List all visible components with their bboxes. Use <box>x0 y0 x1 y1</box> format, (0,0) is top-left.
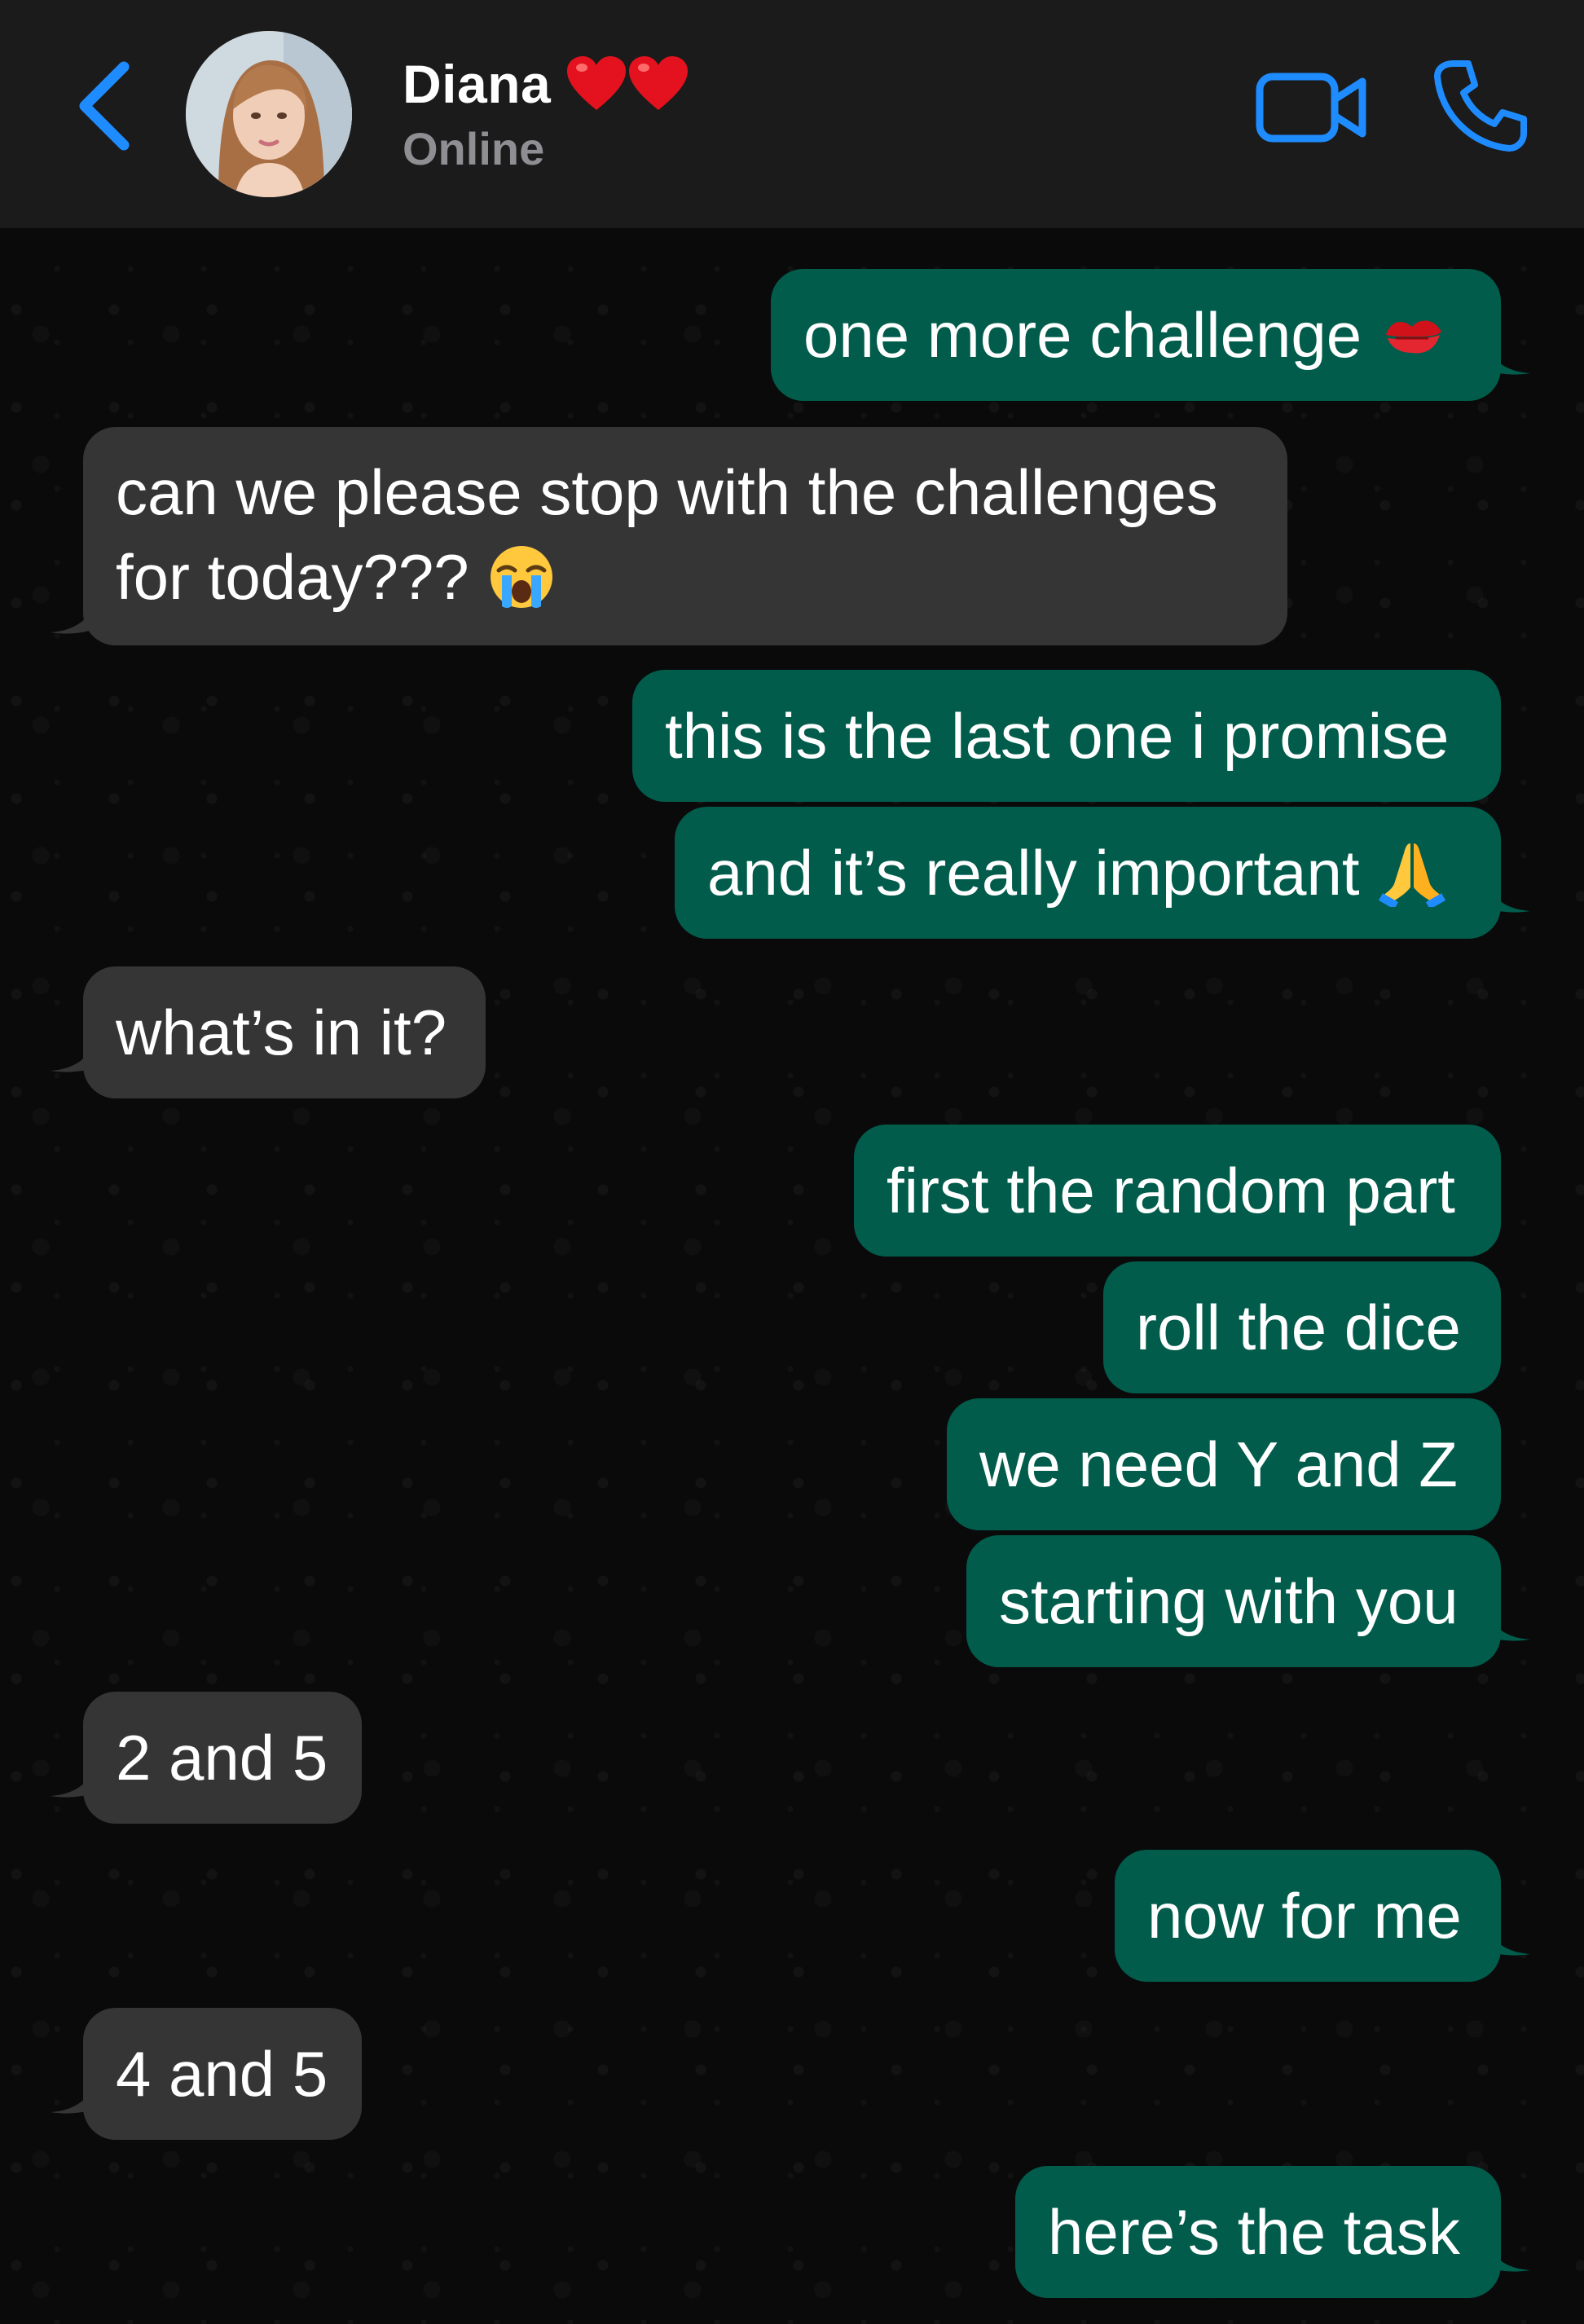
outgoing-message[interactable]: and it’s really important <box>675 807 1501 939</box>
bubble-tail <box>1481 336 1530 375</box>
contact-name: Diana <box>403 54 552 114</box>
bubble-tail <box>51 595 99 634</box>
message-text: starting with you <box>999 1565 1459 1637</box>
bubble-tail <box>51 1033 99 1072</box>
outgoing-message[interactable]: this is the last one i promise <box>632 670 1501 802</box>
outgoing-message[interactable]: one more challenge <box>771 269 1501 401</box>
message-text: 4 and 5 <box>116 2038 328 2110</box>
chat-header: Diana Online <box>0 0 1584 228</box>
chat-screen: Diana Online one more challenge can we p… <box>0 0 1584 2324</box>
message-text: this is the last one i promise <box>665 700 1450 772</box>
contact-name-row[interactable]: Diana <box>403 47 691 121</box>
message-text: roll the dice <box>1136 1292 1461 1363</box>
message-text-line-2: for today??? <box>116 541 469 613</box>
chevron-left-icon[interactable] <box>73 57 139 155</box>
video-camera-icon[interactable] <box>1255 64 1369 152</box>
bubble-tail <box>51 1758 99 1798</box>
kiss-mark-emoji <box>1386 320 1442 354</box>
incoming-message[interactable]: what’s in it? <box>83 966 486 1098</box>
message-text: 2 and 5 <box>116 1722 328 1794</box>
contact-status: Online <box>403 123 545 174</box>
outgoing-message[interactable]: now for me <box>1115 1850 1501 1982</box>
outgoing-message[interactable]: roll the dice <box>1103 1261 1501 1393</box>
incoming-message[interactable]: can we please stop with the challenges f… <box>83 427 1287 645</box>
outgoing-message[interactable]: first the random part <box>854 1125 1501 1257</box>
folded-hands-emoji <box>1378 843 1445 907</box>
message-text: now for me <box>1147 1880 1462 1952</box>
message-text: here’s the task <box>1048 2196 1460 2268</box>
red-heart-emoji <box>567 56 627 110</box>
avatar[interactable] <box>186 31 352 197</box>
bubble-tail <box>1481 874 1530 913</box>
message-text: and it’s really important <box>707 837 1360 909</box>
bubble-tail <box>1481 1917 1530 1956</box>
message-text: what’s in it? <box>116 997 447 1068</box>
incoming-message[interactable]: 4 and 5 <box>83 2008 362 2140</box>
outgoing-message[interactable]: starting with you <box>966 1535 1501 1667</box>
outgoing-message[interactable]: we need Y and Z <box>947 1398 1501 1530</box>
loudly-crying-face-emoji <box>490 546 552 608</box>
incoming-message[interactable]: 2 and 5 <box>83 1692 362 1824</box>
bubble-tail <box>1481 2233 1530 2272</box>
message-text-line-1: can we please stop with the challenges <box>116 456 1218 528</box>
outgoing-message[interactable]: here’s the task <box>1015 2166 1501 2298</box>
message-text: one more challenge <box>803 299 1362 371</box>
hearts <box>567 55 691 113</box>
phone-icon[interactable] <box>1431 57 1529 155</box>
bubble-tail <box>51 2075 99 2114</box>
bubble-tail <box>1481 1602 1530 1641</box>
message-text: we need Y and Z <box>979 1428 1458 1500</box>
red-heart-emoji <box>629 56 689 110</box>
message-text: first the random part <box>887 1155 1455 1226</box>
